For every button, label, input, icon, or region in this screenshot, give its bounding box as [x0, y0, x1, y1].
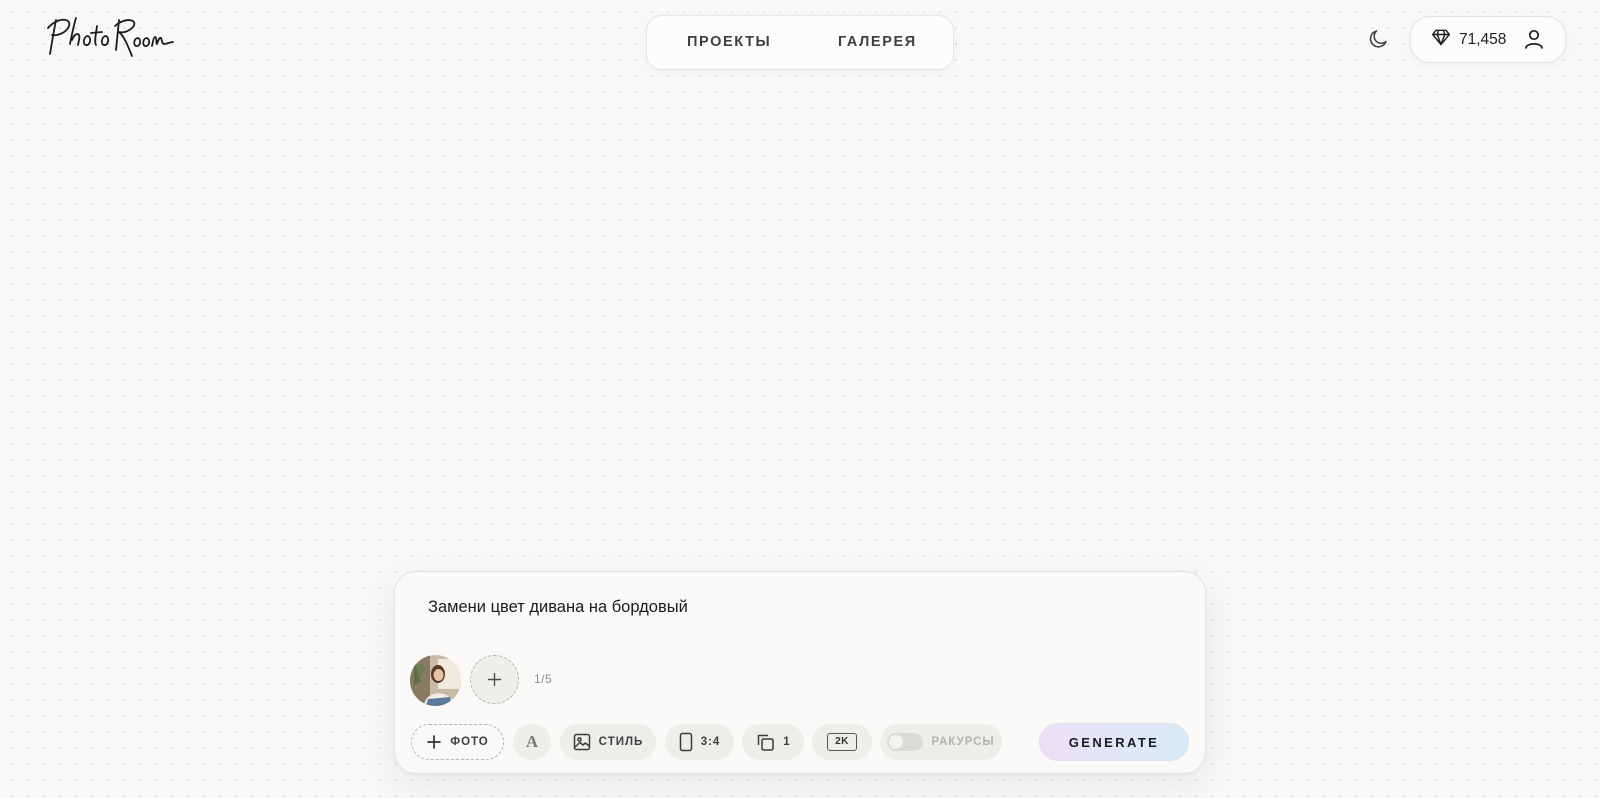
angles-label: РАКУРСЫ: [931, 736, 995, 748]
variations-value: 1: [783, 736, 791, 748]
reference-counter: 1/5: [534, 672, 553, 686]
style-label: СТИЛЬ: [598, 736, 644, 748]
generate-button[interactable]: GENERATE: [1039, 723, 1189, 761]
image-icon: [573, 733, 591, 751]
switch-knob: [889, 735, 904, 749]
angles-switch[interactable]: [887, 733, 924, 751]
diamond-icon: [1431, 27, 1451, 52]
tab-gallery[interactable]: ГАЛЕРЕЯ: [838, 16, 917, 69]
portrait-frame-icon: [679, 732, 693, 752]
add-reference-button[interactable]: [470, 655, 519, 704]
tab-projects[interactable]: ПРОЕКТЫ: [687, 16, 771, 69]
main-nav: ПРОЕКТЫ ГАЛЕРЕЯ: [646, 15, 954, 70]
add-photo-button[interactable]: ФОТО: [411, 724, 504, 760]
style-button[interactable]: СТИЛЬ: [560, 724, 656, 760]
aspect-ratio-button[interactable]: 3:4: [665, 724, 734, 760]
account-pill: 71,458: [1410, 16, 1566, 63]
font-button[interactable]: A: [513, 724, 551, 760]
photoroom-logo[interactable]: [44, 14, 174, 62]
aspect-ratio-value: 3:4: [700, 736, 721, 748]
variations-button[interactable]: 1: [742, 724, 804, 760]
moon-icon[interactable]: [1366, 27, 1390, 51]
credits-balance[interactable]: 71,458: [1431, 17, 1506, 62]
resolution-value: 2K: [827, 733, 857, 751]
credits-value: 71,458: [1459, 30, 1507, 48]
plus-icon: [426, 734, 442, 750]
resolution-button[interactable]: 2K: [812, 724, 872, 760]
plus-icon: [487, 672, 502, 687]
copy-icon: [755, 732, 775, 752]
add-photo-label: ФОТО: [450, 736, 489, 748]
prompt-input[interactable]: Замени цвет дивана на бордовый: [428, 598, 688, 617]
user-icon[interactable]: [1522, 27, 1546, 51]
prompt-composer: Замени цвет дивана на бордовый 1/5 ФОТО …: [394, 571, 1206, 774]
reference-image-thumbnail[interactable]: [410, 655, 461, 706]
angles-toggle[interactable]: РАКУРСЫ: [880, 724, 1002, 760]
